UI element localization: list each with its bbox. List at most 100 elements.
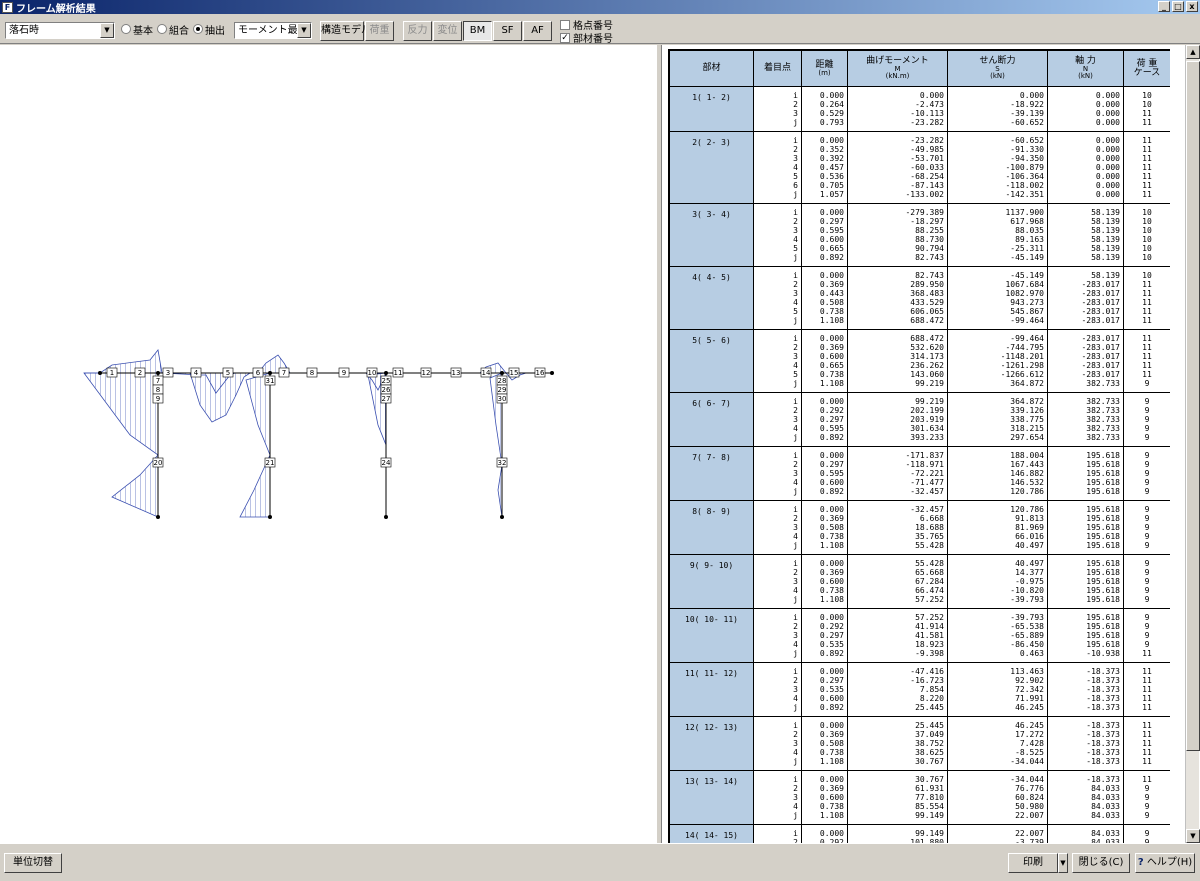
frame-diagram-canvas[interactable]: 1 2 3 4 5 6 7 8 9 10 11 12 13 14 15 16 7 8 9 20 21 24 25 26 27 2…	[0, 45, 656, 843]
point-cell: i 2 3 4 j	[753, 392, 802, 447]
table-row[interactable]: 4( 4- 5) i 2 3 4 5 j 0.000 0.369 0.443 0.5…	[669, 266, 1170, 330]
svg-text:10: 10	[368, 369, 377, 377]
axial-cell: -283.017 -283.017 -283.017 -283.017 -283…	[1047, 329, 1124, 393]
beam-member-label: 6	[252, 367, 264, 378]
table-row[interactable]: 10( 10- 11) i 2 3 4 j 0.000 0.292 0.297 0.…	[669, 608, 1170, 663]
member-cell: 9( 9- 10)	[669, 554, 754, 609]
member-number-label: 部材番号	[573, 34, 613, 45]
load-case-select[interactable]: 落石時 ▼	[5, 22, 115, 39]
load-case-cell: 11 11 11 11 11 11 11	[1123, 131, 1170, 204]
distance-cell: 0.000 0.369 0.508 0.738 1.108	[801, 716, 848, 771]
beam-member-label: 8	[306, 367, 318, 378]
close-window-button[interactable]: x	[1186, 1, 1198, 12]
maximize-button[interactable]: □	[1172, 1, 1184, 12]
svg-text:1: 1	[110, 369, 114, 377]
beam-member-label: 5	[222, 367, 234, 378]
column-moment-region	[111, 453, 159, 518]
table-row[interactable]: 7( 7- 8) i 2 3 4 j 0.000 0.297 0.595 0.600…	[669, 446, 1170, 501]
vertical-scrollbar[interactable]: ▲ ▼	[1185, 45, 1200, 843]
svg-text:11: 11	[394, 369, 403, 377]
table-row[interactable]: 12( 12- 13) i 2 3 4 j 0.000 0.369 0.508 0.…	[669, 716, 1170, 771]
member-number-checkbox-box[interactable]: ✓	[560, 32, 570, 43]
print-button[interactable]: 印刷	[1008, 853, 1058, 873]
distance-cell: 0.000 0.369 0.443 0.508 0.738 1.108	[801, 266, 848, 330]
result-table: 部材 着目点 距離 (m) 曲げモーメント M (kN.m) せん断力 S (k…	[669, 50, 1170, 843]
member-cell: 5( 5- 6)	[669, 329, 754, 393]
moment-cell: 99.219 202.199 203.919 301.634 393.233	[847, 392, 948, 447]
member-cell: 6( 6- 7)	[669, 392, 754, 447]
scroll-up-icon[interactable]: ▲	[1186, 45, 1200, 59]
distance-cell: 0.000 0.352 0.392 0.457 0.536 0.705 1.05…	[801, 131, 848, 204]
radio-basic[interactable]: 基本	[121, 23, 153, 37]
load-case-cell: 11 11 11 11 11	[1123, 716, 1170, 771]
table-row[interactable]: 14( 14- 15)i 2 3 4 j0.000 0.292 0.297 0.…	[669, 824, 1170, 843]
radio-combination[interactable]: 組合	[157, 23, 189, 37]
sf-button[interactable]: SF	[493, 21, 522, 41]
moment-cell: -23.282 -49.985 -53.701 -60.033 -68.254 …	[847, 131, 948, 204]
bm-button[interactable]: BM	[463, 21, 492, 41]
bending-moment-diagram: 1 2 3 4 5 6 7 8 9 10 11 12 13 14 15 16 78920 21 242526272…	[83, 349, 554, 519]
radio-combination-label: 組合	[169, 25, 189, 37]
table-row[interactable]: 13( 13- 14) i 2 3 4 j 0.000 0.369 0.600 0.…	[669, 770, 1170, 825]
result-type-select[interactable]: モーメント最大 ▼	[234, 22, 312, 39]
column-member-label: 25	[380, 375, 392, 386]
table-row[interactable]: 6( 6- 7) i 2 3 4 j 0.000 0.292 0.297 0.595…	[669, 392, 1170, 447]
unit-switch-button[interactable]: 単位切替	[4, 853, 62, 873]
load-case-cell: 9 9 9 9 9	[1123, 446, 1170, 501]
axial-cell: 195.618 195.618 195.618 195.618 -10.938	[1047, 608, 1124, 663]
axial-cell: 0.000 0.000 0.000 0.000 0.000 0.000 0.00…	[1047, 131, 1124, 204]
member-cell: 8( 8- 9)	[669, 500, 754, 555]
beam-member-label: 9	[338, 367, 350, 378]
svg-text:15: 15	[510, 369, 519, 377]
point-cell: i 2 3 4 5 j	[753, 329, 802, 393]
result-table-scroll[interactable]: 部材 着目点 距離 (m) 曲げモーメント M (kN.m) せん断力 S (k…	[668, 49, 1170, 843]
load-case-cell: 11 11 11 11 11	[1123, 662, 1170, 717]
help-button[interactable]: ? ヘルプ(H)	[1135, 853, 1195, 873]
header-distance-label: 距離	[815, 59, 834, 70]
shear-cell: 1137.900 617.968 88.035 89.163 -25.311 -…	[947, 203, 1048, 267]
load-case-cell: 10 11 11 11 11 11	[1123, 266, 1170, 330]
svg-text:7: 7	[156, 377, 160, 385]
radio-basic-indicator[interactable]	[121, 24, 131, 34]
reaction-button[interactable]: 反力	[403, 21, 432, 41]
table-row[interactable]: 5( 5- 6) i 2 3 4 5 j 0.000 0.369 0.600 0.6…	[669, 329, 1170, 393]
radio-extract-indicator[interactable]	[193, 24, 203, 34]
shear-cell: -39.793 -65.538 -65.889 -86.450 0.463	[947, 608, 1048, 663]
close-button[interactable]: 閉じる(C)	[1072, 853, 1130, 873]
load-case-cell: 10 10 10 10 10 10	[1123, 203, 1170, 267]
load-case-cell: 9 9 9 9 9	[1123, 824, 1170, 843]
shear-cell: -45.149 1067.684 1082.970 943.273 545.86…	[947, 266, 1048, 330]
table-row[interactable]: 8( 8- 9) i 2 3 4 j 0.000 0.369 0.508 0.738…	[669, 500, 1170, 555]
beam-member-label: 15	[508, 367, 520, 378]
minimize-button[interactable]: _	[1158, 1, 1170, 12]
member-cell: 2( 2- 3)	[669, 131, 754, 204]
distance-cell: 0.000 0.292 0.297 0.595 0.892	[801, 392, 848, 447]
member-number-checkbox[interactable]: ✓ 部材番号	[560, 30, 613, 45]
distance-cell: 0.000 0.369 0.600 0.738 1.108	[801, 770, 848, 825]
table-row[interactable]: 2( 2- 3) i 2 3 4 5 6 j 0.000 0.352 0.392 0…	[669, 131, 1170, 204]
header-shear-unit: (kN)	[990, 72, 1005, 80]
load-button[interactable]: 荷重	[365, 21, 394, 41]
node-dot	[384, 371, 388, 375]
table-row[interactable]: 3( 3- 4) i 2 3 4 5 j 0.000 0.297 0.595 0.6…	[669, 203, 1170, 267]
radio-extract[interactable]: 抽出	[193, 23, 225, 37]
header-distance-unit: (m)	[818, 68, 831, 77]
distance-cell: 0.000 0.369 0.508 0.738 1.108	[801, 500, 848, 555]
print-dropdown-icon[interactable]: ▼	[1058, 853, 1068, 873]
structure-model-button[interactable]: 構造モデル	[320, 21, 371, 41]
radio-combination-indicator[interactable]	[157, 24, 167, 34]
scroll-down-icon[interactable]: ▼	[1186, 829, 1200, 843]
node-number-checkbox-box[interactable]	[560, 19, 570, 30]
chevron-down-icon[interactable]: ▼	[100, 23, 114, 38]
beam-member-label: 7	[278, 367, 290, 378]
af-button[interactable]: AF	[523, 21, 552, 41]
load-case-cell: 9 9 9 9 9	[1123, 392, 1170, 447]
shear-cell: -99.464 -744.795 -1148.201 -1261.298 -12…	[947, 329, 1048, 393]
distance-cell: 0.000 0.297 0.595 0.600 0.892	[801, 446, 848, 501]
table-row[interactable]: 11( 11- 12) i 2 3 4 j 0.000 0.297 0.535 0.…	[669, 662, 1170, 717]
scroll-thumb[interactable]	[1186, 61, 1200, 751]
table-row[interactable]: 1( 1- 2) i 2 3 j 0.000 0.264 0.529 0.793 0.…	[669, 86, 1170, 132]
chevron-down-icon[interactable]: ▼	[297, 23, 311, 38]
displacement-button[interactable]: 変位	[433, 21, 462, 41]
table-row[interactable]: 9( 9- 10) i 2 3 4 j 0.000 0.369 0.600 0.73…	[669, 554, 1170, 609]
